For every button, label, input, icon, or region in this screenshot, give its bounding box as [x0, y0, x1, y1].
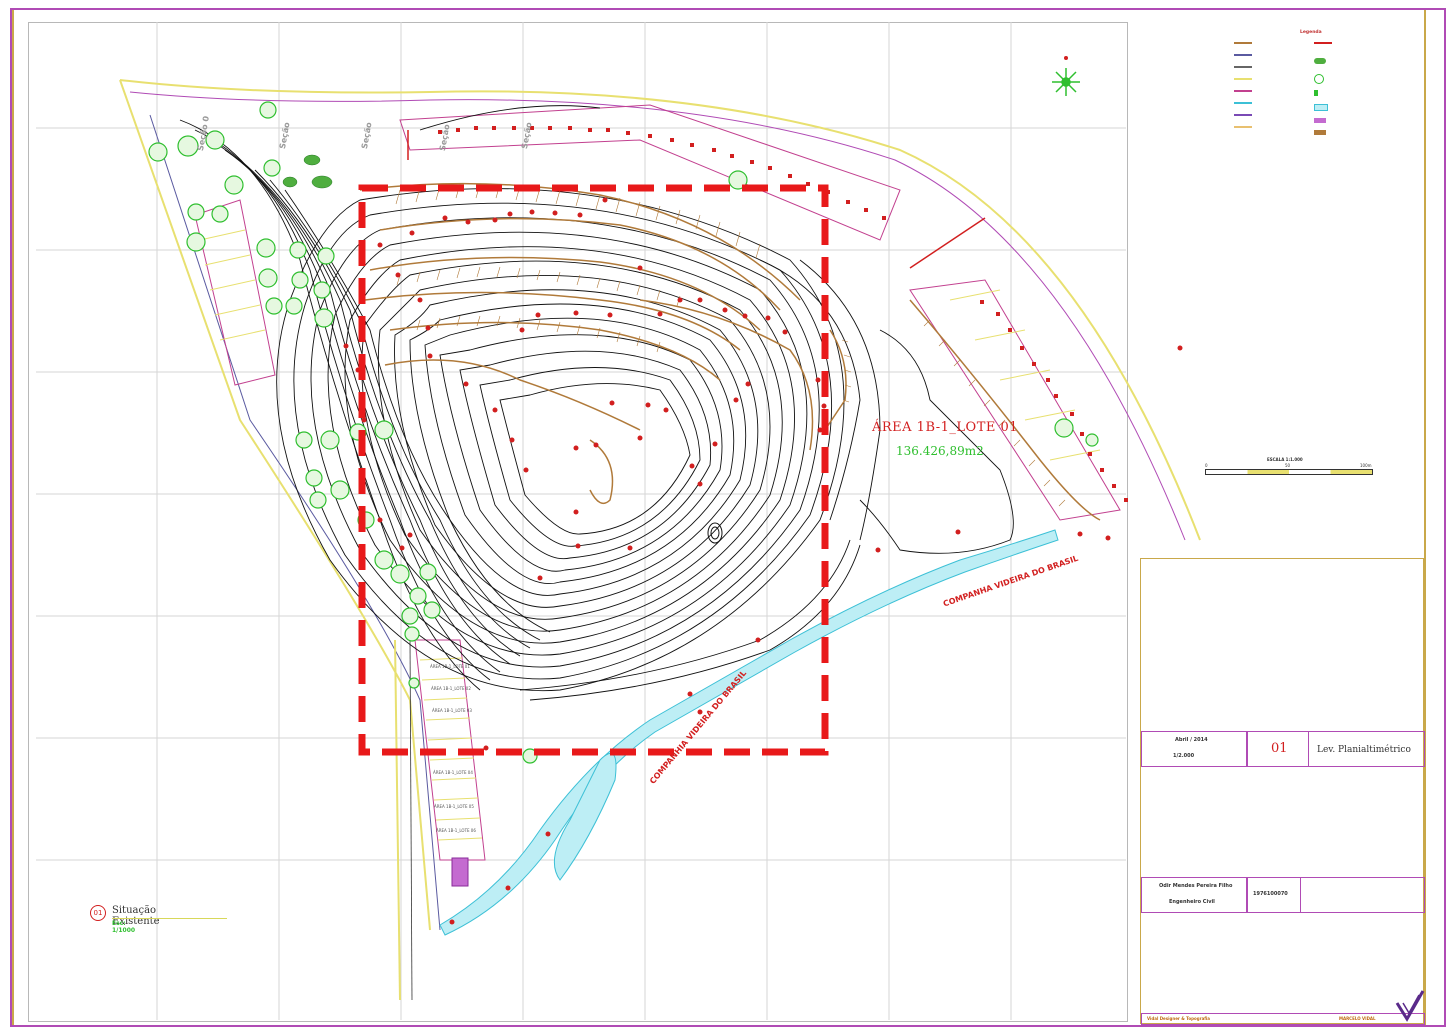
scale-graphic: [1205, 469, 1373, 475]
situation-underline: [112, 918, 227, 919]
topographic-sheet: ÁREA 1B-1_LOTE 01 136.426,89m2 COMPANHA …: [0, 0, 1455, 1035]
lot-label: ÁREA 1B-1_LOTE 05: [434, 804, 474, 809]
legend: Legenda: [1230, 30, 1420, 140]
legend-swatch-shrub: [1314, 58, 1326, 64]
legend-swatch-fence: [1234, 54, 1252, 56]
north-arrow-icon: [1052, 68, 1080, 96]
title-block-engineer-role: Engenheiro Civil: [1169, 899, 1215, 905]
title-block-footer-left: Vidal Designer & Topografia: [1147, 1016, 1210, 1021]
area-value: 136.426,89m2: [896, 444, 984, 458]
lot-label: ÁREA 1B-1_LOTE 06: [436, 828, 476, 833]
legend-swatch-hatch: [1314, 118, 1326, 123]
legend-swatch-water: [1234, 102, 1252, 104]
title-block-date: Abril / 2014: [1175, 737, 1208, 743]
scale-title: ESCALA 1:1.000: [1267, 457, 1303, 462]
legend-swatch-contour: [1234, 66, 1252, 68]
legend-swatch-slope: [1314, 130, 1326, 135]
legend-swatch-curve: [1234, 42, 1252, 44]
coordinate-grid: [36, 22, 1126, 1020]
north-marker: [1064, 56, 1068, 60]
scale-tick-0: 0: [1205, 463, 1208, 468]
checkmark-logo-icon: [1395, 990, 1425, 1022]
lot-markers: [438, 126, 1128, 502]
scale-tick-100: 100m: [1360, 463, 1372, 468]
title-block: Abril / 2014 1/2.000 01 Lev. Planialtimé…: [1140, 558, 1425, 1025]
situation-number: 01: [90, 905, 106, 921]
lot-label: ÁREA 1B-1_LOTE 01: [430, 664, 470, 669]
lot-parcels: [194, 104, 1121, 861]
legend-swatch-post: [1314, 90, 1318, 96]
lot-label: ÁREA 1B-1_LOTE 03: [432, 708, 472, 713]
legend-swatch-road: [1234, 78, 1252, 80]
title-block-footer-right: MARCELO VIDAL: [1339, 1016, 1376, 1021]
scale-tick-50: 50: [1285, 463, 1291, 468]
title-block-engineer: Odir Mendes Pereira Filho: [1159, 883, 1233, 889]
lot-label: ÁREA 1B-1_LOTE 04: [433, 770, 473, 775]
shrubs: [282, 154, 333, 189]
title-block-sheet-number: 01: [1271, 741, 1288, 756]
legend-swatch-tree: [1314, 74, 1324, 84]
summit-marker: [707, 522, 723, 544]
situation-scale: Esc: 1/1000: [112, 920, 136, 934]
scale-bar: ESCALA 1:1.000 0 50 100m: [1205, 455, 1375, 515]
area-title: ÁREA 1B-1_LOTE 01: [872, 420, 1019, 435]
legend-swatch-polygon: [1234, 126, 1252, 128]
legend-swatch-curve-red: [1314, 42, 1332, 44]
title-block-drawing-title: Lev. Planialtimétrico: [1317, 745, 1411, 755]
purple-block: [451, 857, 469, 887]
legend-title: Legenda: [1300, 30, 1322, 35]
title-block-scale: 1/2.000: [1173, 753, 1195, 759]
legend-swatch-pond: [1314, 104, 1328, 111]
lot-label: ÁREA 1B-1_LOTE 02: [431, 686, 471, 691]
legend-swatch-section: [1234, 114, 1252, 116]
title-block-crea: 1976100070: [1253, 891, 1288, 897]
legend-swatch-boundary: [1234, 90, 1252, 92]
